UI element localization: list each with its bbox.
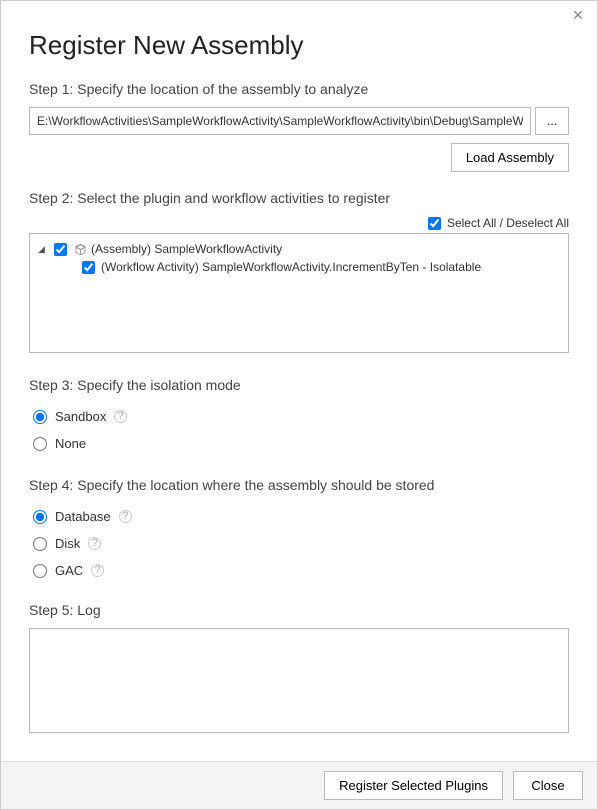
isolation-none-radio[interactable] [33, 437, 47, 451]
close-icon[interactable]: ✕ [569, 7, 587, 24]
step4-label: Step 4: Specify the location where the a… [29, 477, 569, 493]
close-button[interactable]: Close [513, 771, 583, 800]
load-assembly-button[interactable]: Load Assembly [451, 143, 569, 172]
step1-label: Step 1: Specify the location of the asse… [29, 81, 569, 97]
assembly-label: (Assembly) SampleWorkflowActivity [91, 242, 282, 256]
select-all-label[interactable]: Select All / Deselect All [428, 216, 569, 230]
location-gac-radio[interactable] [33, 564, 47, 578]
isolation-sandbox-label: Sandbox [55, 409, 106, 424]
location-gac-label: GAC [55, 563, 83, 578]
assembly-icon [73, 242, 87, 256]
log-output [29, 628, 569, 733]
location-disk-label: Disk [55, 536, 80, 551]
select-all-checkbox[interactable] [428, 217, 441, 230]
register-plugins-button[interactable]: Register Selected Plugins [324, 771, 503, 800]
step3-label: Step 3: Specify the isolation mode [29, 377, 569, 393]
location-database-radio[interactable] [33, 510, 47, 524]
dialog-title: Register New Assembly [29, 30, 569, 61]
activity-checkbox[interactable] [82, 261, 95, 274]
tree-row-assembly[interactable]: ◢ (Assembly) SampleWorkflowActivity [34, 240, 564, 258]
help-icon[interactable]: ? [88, 537, 101, 550]
help-icon[interactable]: ? [114, 410, 127, 423]
isolation-sandbox-radio[interactable] [33, 410, 47, 424]
assembly-checkbox[interactable] [54, 243, 67, 256]
step2-label: Step 2: Select the plugin and workflow a… [29, 190, 569, 206]
tree-row-activity[interactable]: (Workflow Activity) SampleWorkflowActivi… [34, 258, 564, 276]
dialog-footer: Register Selected Plugins Close [1, 761, 597, 809]
location-disk-radio[interactable] [33, 537, 47, 551]
help-icon[interactable]: ? [91, 564, 104, 577]
isolation-none-label: None [55, 436, 86, 451]
step5-label: Step 5: Log [29, 602, 569, 618]
location-database-label: Database [55, 509, 111, 524]
activity-tree: ◢ (Assembly) SampleWorkflowActivity (Wor… [29, 233, 569, 353]
activity-label: (Workflow Activity) SampleWorkflowActivi… [101, 260, 481, 274]
expander-icon[interactable]: ◢ [38, 244, 48, 255]
browse-button[interactable]: ... [535, 107, 569, 135]
assembly-path-input[interactable] [29, 107, 531, 135]
help-icon[interactable]: ? [119, 510, 132, 523]
